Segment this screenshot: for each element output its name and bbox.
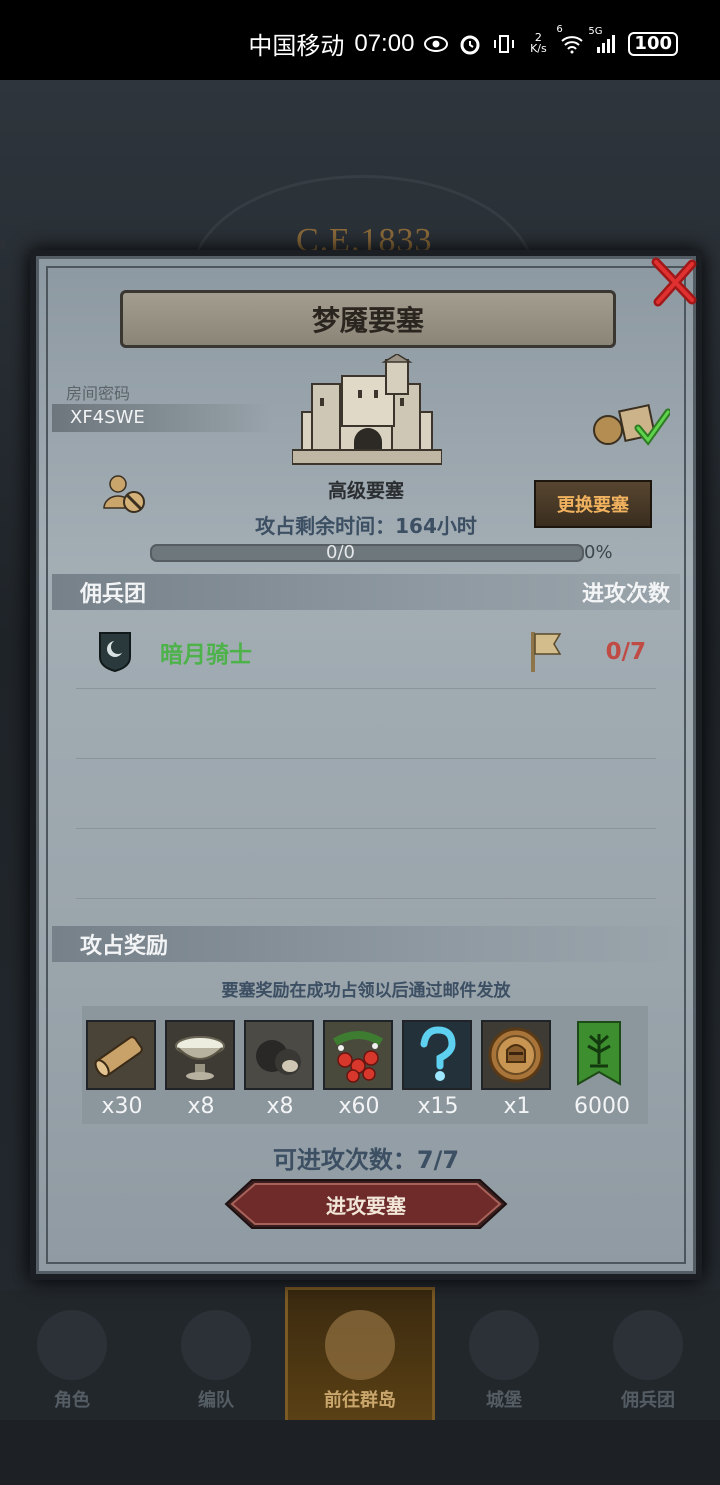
nav-label: 角色	[54, 1390, 90, 1411]
fortress-castle-icon	[291, 353, 443, 474]
signal-icon: 5G	[588, 26, 618, 56]
user-blocked-icon[interactable]	[102, 474, 150, 516]
vibrate-icon	[492, 32, 516, 56]
progress-percent: 0%	[584, 542, 613, 563]
reward-quantity: 6000	[574, 1094, 630, 1119]
reward-item[interactable]: 6000	[566, 1020, 638, 1119]
nav-castle[interactable]: 城堡	[432, 1290, 576, 1420]
green-banner-icon	[566, 1020, 636, 1090]
bottom-nav: 角色 编队 前往群岛 城堡 佣兵团	[0, 1287, 720, 1423]
fortress-level-name: 高级要塞	[327, 480, 404, 502]
net-speed: 2 K/s	[530, 30, 547, 55]
alarm-icon	[458, 32, 482, 56]
reward-quantity: x1	[503, 1094, 531, 1119]
close-icon	[651, 257, 697, 307]
row-divider	[76, 758, 656, 759]
row-divider	[76, 688, 656, 689]
attacks-header-label: 进攻次数	[581, 582, 670, 607]
reward-quantity: x8	[266, 1094, 294, 1119]
mercenary-name: 暗月骑士	[160, 642, 252, 668]
room-code-value: XF4SWE	[52, 404, 272, 432]
nav-label: 佣兵团	[621, 1390, 675, 1411]
mercenary-section-header: 佣兵团 进攻次数	[52, 574, 680, 610]
reward-item[interactable]: x8	[244, 1020, 316, 1119]
capture-progress-bar	[150, 544, 584, 562]
wifi-badge: 6	[556, 23, 563, 35]
moon-shield-icon	[99, 632, 131, 673]
mercenary-row[interactable]: 暗月骑士 0/7	[76, 624, 656, 680]
supplies-ready-icon	[590, 398, 672, 448]
row-divider	[76, 898, 656, 899]
wood-log-icon	[86, 1020, 156, 1090]
mystery-question-icon	[402, 1020, 472, 1090]
wifi-icon: 6	[556, 24, 584, 56]
berries-icon	[323, 1020, 393, 1090]
capture-remaining-time: 攻占剩余时间：164小时	[255, 514, 477, 538]
ore-rock-icon	[244, 1020, 314, 1090]
status-bar: 中国移动 07:00 2 K/s 6 5G 100	[0, 0, 720, 80]
flag-icon	[530, 632, 561, 672]
reward-quantity: x15	[417, 1094, 459, 1119]
reward-quantity: x30	[101, 1094, 143, 1119]
nav-formation[interactable]: 编队	[144, 1290, 288, 1420]
nav-label: 前往群岛	[324, 1390, 396, 1411]
globe-map-icon	[325, 1310, 395, 1380]
modal-title: 梦魇要塞	[120, 290, 616, 348]
row-divider	[76, 828, 656, 829]
reward-item[interactable]: x60	[323, 1020, 395, 1119]
nav-islands[interactable]: 前往群岛	[285, 1287, 435, 1423]
reward-item[interactable]: x30	[86, 1020, 158, 1119]
reward-item[interactable]: x1	[481, 1020, 553, 1119]
attack-fortress-button[interactable]: 进攻要塞	[224, 1178, 508, 1230]
eye-icon	[424, 32, 449, 56]
mercenary-header-label: 佣兵团	[80, 582, 147, 607]
nav-mercenary[interactable]: 佣兵团	[576, 1290, 720, 1420]
available-attempts: 可进攻次数：7/7	[272, 1146, 460, 1174]
bottom-strip	[0, 1420, 720, 1485]
reward-item[interactable]: x8	[165, 1020, 237, 1119]
helmet-icon	[181, 1310, 251, 1380]
signal-badge: 5G	[588, 25, 603, 37]
rewards-list: x30 x8 x8 x60 x15 x1 6000	[82, 1006, 648, 1124]
progress-count: 0/0	[326, 542, 355, 563]
reward-item[interactable]: x15	[402, 1020, 474, 1119]
close-button[interactable]	[646, 254, 702, 310]
attack-button-label: 进攻要塞	[326, 1193, 406, 1218]
nav-role[interactable]: 角色	[0, 1290, 144, 1420]
rewards-note: 要塞奖励在成功占领以后通过邮件发放	[221, 981, 511, 1001]
nav-label: 城堡	[486, 1390, 522, 1411]
rewards-header-label: 攻占奖励	[80, 934, 169, 959]
ship-icon	[613, 1310, 683, 1380]
fortress-modal: 梦魇要塞 房间密码 XF4SWE 高级要塞 更换要塞 攻占剩余时间：164小时 …	[30, 250, 702, 1280]
reward-quantity: x8	[187, 1094, 215, 1119]
mercenary-attack-count: 0/7	[605, 639, 646, 665]
rewards-section-header: 攻占奖励	[52, 926, 680, 962]
battery-icon: 100	[628, 31, 678, 56]
castle-icon	[469, 1310, 539, 1380]
knight-icon	[37, 1310, 107, 1380]
room-code-label: 房间密码	[66, 384, 131, 403]
carrier-name: 中国移动	[248, 33, 345, 60]
reward-quantity: x60	[338, 1094, 380, 1119]
silver-bowl-icon	[165, 1020, 235, 1090]
knight-helmet-medal-icon	[481, 1020, 551, 1090]
nav-label: 编队	[198, 1390, 234, 1411]
clock-time: 07:00	[354, 29, 415, 57]
